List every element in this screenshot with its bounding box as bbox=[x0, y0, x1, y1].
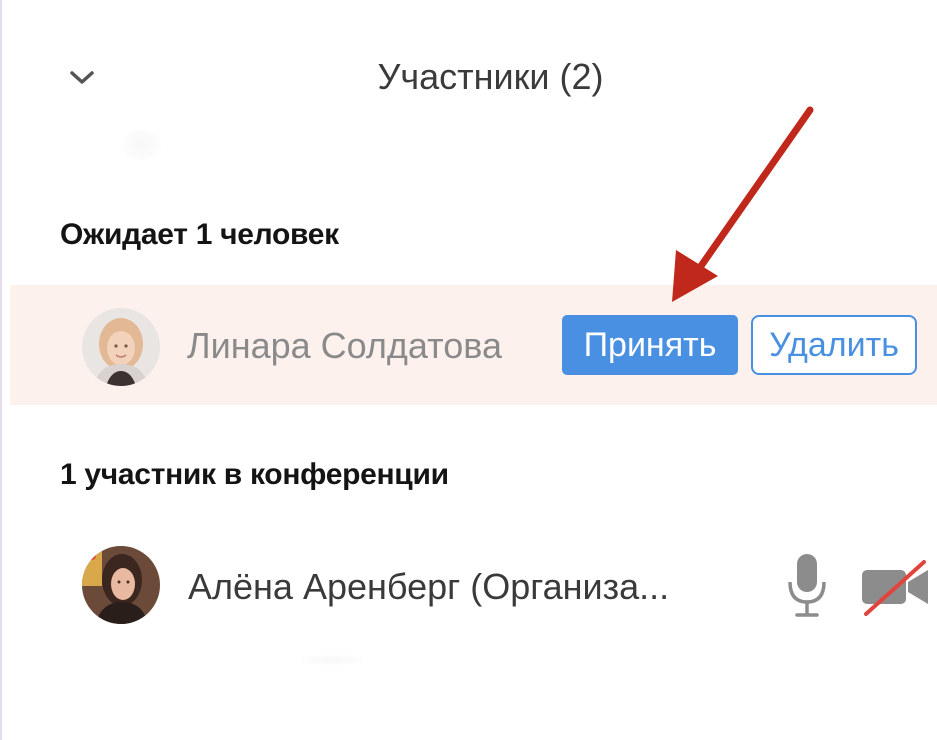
panel-title: Участники (2) bbox=[377, 56, 604, 97]
admit-button[interactable]: Принять bbox=[562, 315, 738, 375]
annotation-arrow-icon bbox=[672, 106, 814, 302]
participant-row[interactable]: Алёна Аренберг (Организа... bbox=[10, 540, 937, 630]
participant-name: Алёна Аренберг (Организа... bbox=[188, 566, 670, 607]
video-camera-off-icon[interactable] bbox=[858, 558, 937, 618]
panel-header: Участники (2) bbox=[2, 40, 937, 120]
decorative-smudge bbox=[122, 130, 162, 160]
participants-panel: Участники (2) Ожидает 1 человек Линара С… bbox=[0, 0, 937, 740]
remove-button[interactable]: Удалить bbox=[751, 315, 917, 375]
avatar bbox=[82, 546, 160, 624]
waiting-room-heading: Ожидает 1 человек bbox=[60, 218, 339, 251]
decorative-smudge bbox=[302, 655, 362, 665]
microphone-icon[interactable] bbox=[785, 552, 829, 622]
in-meeting-heading: 1 участник в конференции bbox=[60, 458, 449, 491]
waiting-participant-name: Линара Солдатова bbox=[187, 325, 502, 366]
avatar bbox=[82, 308, 160, 386]
waiting-participant-row: Линара Солдатова Принять Удалить bbox=[10, 285, 937, 405]
